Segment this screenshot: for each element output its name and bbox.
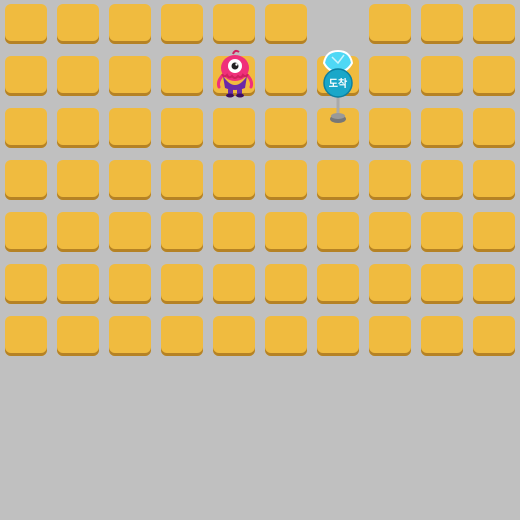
board-tile bbox=[109, 316, 151, 356]
board-tile bbox=[161, 264, 203, 304]
board-tile bbox=[369, 56, 411, 96]
board-tile bbox=[5, 264, 47, 304]
goal-marker: 도착 bbox=[312, 49, 364, 129]
board-tile bbox=[421, 212, 463, 252]
board-tile bbox=[473, 56, 515, 96]
board-tile bbox=[265, 160, 307, 200]
board-tile bbox=[57, 56, 99, 96]
board-tile bbox=[213, 4, 255, 44]
board-tile bbox=[265, 56, 307, 96]
board-tile bbox=[369, 4, 411, 44]
board-tile bbox=[109, 212, 151, 252]
board-tile bbox=[369, 160, 411, 200]
board-tile bbox=[5, 316, 47, 356]
board-tile bbox=[369, 108, 411, 148]
board-tile bbox=[265, 264, 307, 304]
board-tile bbox=[109, 264, 151, 304]
board-tile bbox=[317, 160, 359, 200]
board-tile bbox=[473, 160, 515, 200]
board-tile bbox=[421, 108, 463, 148]
board-tile bbox=[213, 316, 255, 356]
board-tile bbox=[109, 160, 151, 200]
pink-monster-icon bbox=[216, 49, 254, 98]
board-tile bbox=[317, 316, 359, 356]
board-tile bbox=[265, 4, 307, 44]
board-tile bbox=[265, 316, 307, 356]
board-tile bbox=[369, 212, 411, 252]
player-character bbox=[209, 48, 261, 100]
board-tile bbox=[213, 108, 255, 148]
board-tile bbox=[57, 108, 99, 148]
board-tile bbox=[5, 56, 47, 96]
board-tile bbox=[473, 108, 515, 148]
board-tile bbox=[473, 316, 515, 356]
board-tile bbox=[5, 4, 47, 44]
board-tile bbox=[265, 108, 307, 148]
board-tile bbox=[369, 264, 411, 304]
board-tile bbox=[109, 56, 151, 96]
board-tile bbox=[161, 108, 203, 148]
board-tile bbox=[161, 4, 203, 44]
board-tile bbox=[473, 4, 515, 44]
board-tile bbox=[57, 316, 99, 356]
goal-sign-icon: 도착 bbox=[322, 49, 354, 123]
board-tile bbox=[109, 4, 151, 44]
board-tile bbox=[317, 212, 359, 252]
board-tile bbox=[109, 108, 151, 148]
board-tile bbox=[317, 264, 359, 304]
board-tile bbox=[473, 264, 515, 304]
board-tile bbox=[421, 56, 463, 96]
board-tile bbox=[5, 160, 47, 200]
board-tile bbox=[57, 212, 99, 252]
board-tile bbox=[161, 56, 203, 96]
board-tile bbox=[369, 316, 411, 356]
board-tile bbox=[421, 160, 463, 200]
board-tile bbox=[265, 212, 307, 252]
board-tile bbox=[161, 160, 203, 200]
board-tile bbox=[421, 264, 463, 304]
board-tile bbox=[473, 212, 515, 252]
board-tile bbox=[161, 212, 203, 252]
board-tile bbox=[213, 212, 255, 252]
board-tile bbox=[421, 316, 463, 356]
board-tile bbox=[5, 212, 47, 252]
board-tile bbox=[161, 316, 203, 356]
board-tile bbox=[5, 108, 47, 148]
board-tile bbox=[213, 264, 255, 304]
goal-label: 도착 bbox=[329, 77, 348, 90]
board-tile bbox=[57, 4, 99, 44]
board-tile bbox=[57, 160, 99, 200]
board-tile bbox=[421, 4, 463, 44]
board-tile bbox=[213, 160, 255, 200]
board-tile bbox=[57, 264, 99, 304]
